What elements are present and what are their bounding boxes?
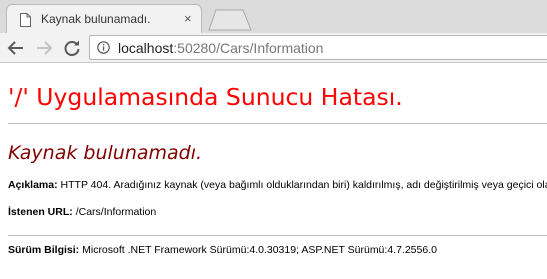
- address-bar[interactable]: localhost:50280/Cars/Information: [89, 35, 547, 60]
- url-host: localhost: [118, 40, 174, 56]
- divider: [8, 123, 547, 124]
- requested-url-value: /Cars/Information: [75, 206, 157, 218]
- tab-strip: Kaynak bulunamadı. ×: [0, 0, 547, 33]
- version-text: Microsoft .NET Framework Sürümü:4.0.3031…: [82, 244, 437, 256]
- requested-url-line: İstenen URL: /Cars/Information: [8, 206, 156, 218]
- divider: [8, 235, 547, 236]
- error-heading: '/' Uygulamasında Sunucu Hatası.: [8, 83, 403, 111]
- url-path: :50280/Cars/Information: [173, 40, 324, 56]
- requested-url-label: İstenen URL:: [8, 206, 73, 218]
- description-label: Açıklama:: [8, 179, 58, 191]
- description-line: Açıklama: HTTP 404. Aradığınız kaynak (v…: [8, 179, 547, 191]
- description-text: HTTP 404. Aradığınız kaynak (veya bağıml…: [60, 179, 547, 191]
- tab-close-icon[interactable]: ×: [184, 12, 192, 26]
- new-tab-button[interactable]: [208, 9, 252, 31]
- version-line: Sürüm Bilgisi: Microsoft .NET Framework …: [8, 244, 437, 256]
- version-label: Sürüm Bilgisi:: [8, 244, 80, 256]
- forward-arrow-icon[interactable]: [33, 37, 55, 59]
- browser-toolbar: localhost:50280/Cars/Information: [0, 33, 547, 63]
- page-content: '/' Uygulamasında Sunucu Hatası. Kaynak …: [0, 63, 547, 279]
- back-arrow-icon[interactable]: [5, 37, 27, 59]
- url-text[interactable]: localhost:50280/Cars/Information: [118, 40, 323, 56]
- reload-icon[interactable]: [61, 37, 83, 59]
- error-subheading: Kaynak bulunamadı.: [8, 142, 203, 164]
- page-icon: [20, 13, 31, 27]
- info-icon[interactable]: [97, 41, 110, 54]
- browser-tab[interactable]: Kaynak bulunamadı. ×: [6, 4, 202, 33]
- tab-title: Kaynak bulunamadı.: [41, 12, 151, 26]
